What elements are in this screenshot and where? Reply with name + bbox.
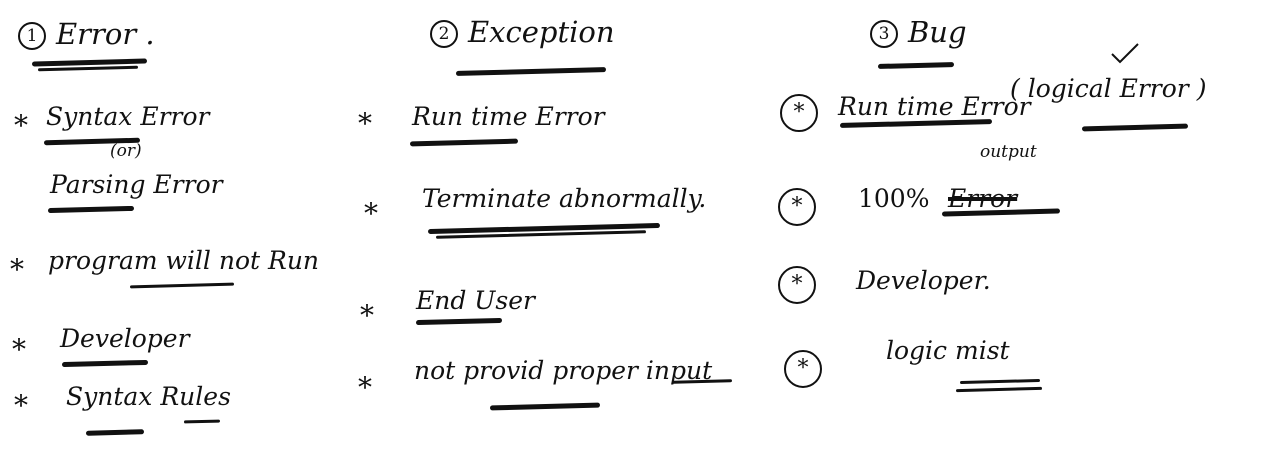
number-1-circle: 1 — [18, 22, 46, 50]
developer-underline — [61, 359, 149, 368]
bug-heading: 3 Bug — [870, 18, 967, 48]
error-item-syntax-error: Syntax Error — [46, 102, 210, 131]
bullet-star-icon: * — [358, 107, 372, 140]
bug-column: 3 Bug * Run time Error ( logical Error ) … — [770, 0, 1280, 468]
error-item-program-will-not-run: program will not Run — [48, 246, 320, 275]
exception-item-run-time-error: Run time Error — [412, 102, 605, 131]
exception-item-end-user: End User — [416, 286, 535, 315]
bullet-star-icon: * — [10, 253, 24, 286]
bullet-star-icon: * — [14, 389, 28, 422]
end-user-underline — [415, 317, 503, 326]
error-heading-underline-2 — [37, 65, 139, 72]
bug-item-logic-mist: logic mist — [886, 336, 1010, 365]
rules-underline — [183, 419, 221, 424]
error-heading-text: Error . — [56, 17, 155, 51]
circled-star-icon: * — [784, 350, 822, 388]
exception-heading: 2 Exception — [430, 18, 615, 48]
number-3-circle: 3 — [870, 20, 898, 48]
exception-heading-text: Exception — [468, 15, 615, 49]
error-item-or: (or) — [110, 141, 142, 161]
bullet-star-icon: * — [12, 333, 26, 366]
exception-column: 2 Exception * Run time Error * Terminate … — [350, 0, 770, 468]
syntax-rules-underline — [85, 429, 145, 436]
circled-star-icon: * — [778, 266, 816, 304]
bug-item-logical-error: ( logical Error ) — [1010, 74, 1207, 103]
circled-star-icon: * — [780, 94, 818, 132]
error-item-parsing-error: Parsing Error — [50, 170, 223, 199]
logic-mist-underline-2 — [955, 386, 1043, 393]
logical-error-underline — [1081, 123, 1189, 132]
exception-item-terminate-abnormally: Terminate abnormally. — [422, 184, 707, 213]
error-item-syntax-rules: Syntax Rules — [66, 382, 231, 411]
provid-underline — [489, 402, 601, 411]
error-column: 1 Error . * Syntax Error (or) Parsing Err… — [0, 0, 350, 468]
bug-item-output-correction: output — [980, 142, 1037, 162]
bug-item-crossed-out-word: Error — [948, 184, 1018, 213]
error-item-developer: Developer — [60, 324, 190, 353]
bug-item-developer: Developer. — [856, 266, 991, 295]
bug-heading-underline — [877, 62, 955, 69]
bullet-star-icon: * — [360, 299, 374, 332]
will-underline — [129, 282, 235, 289]
run-time-underline — [409, 138, 519, 147]
bug-heading-text: Bug — [908, 15, 967, 49]
bullet-star-icon: * — [358, 371, 372, 404]
exception-item-not-provid-proper-input: not provid proper input — [414, 356, 713, 385]
logic-mist-underline — [959, 378, 1041, 385]
bullet-star-icon: * — [364, 197, 378, 230]
bug-item-100-percent: 100% — [858, 184, 930, 213]
circled-star-icon: * — [778, 188, 816, 226]
bug-item-run-time-error: Run time Error — [838, 92, 1031, 121]
exception-heading-underline — [455, 67, 607, 76]
number-2-circle: 2 — [430, 20, 458, 48]
error-heading: 1 Error . — [18, 20, 155, 50]
bullet-star-icon: * — [14, 109, 28, 142]
parsing-underline — [47, 205, 135, 214]
check-mark-icon — [1111, 43, 1139, 64]
